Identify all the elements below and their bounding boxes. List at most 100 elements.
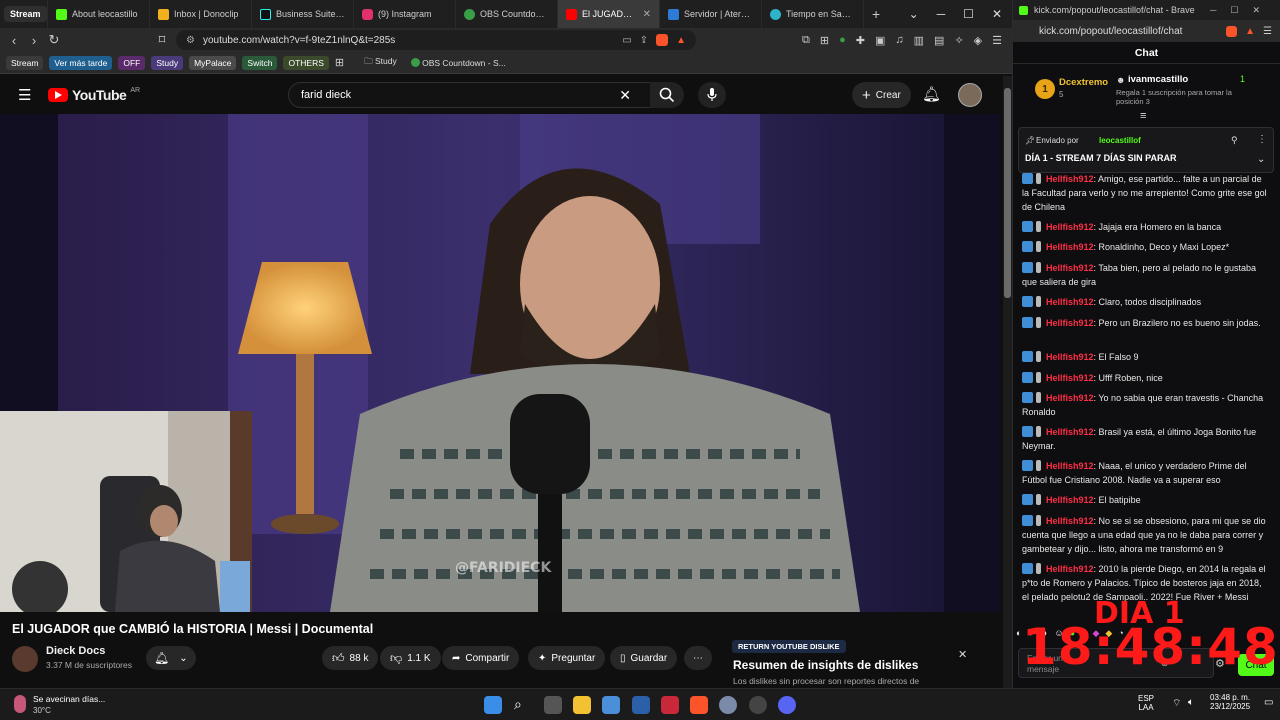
extension-icon[interactable]: ▣	[875, 34, 885, 47]
dislike-button[interactable]: 👎︎ 1.1 K	[380, 646, 441, 670]
new-tab-button[interactable]: +	[872, 6, 880, 22]
brave-shields-icon[interactable]	[656, 34, 669, 46]
tab-obs-countdown[interactable]: OBS Countdown - S	[456, 0, 558, 28]
more-actions-button[interactable]: ⋯	[684, 646, 712, 670]
tab-weather[interactable]: Tiempo en San Luis	[762, 0, 864, 28]
bookmark-ver-mas-tarde[interactable]: Ver más tarde	[49, 55, 113, 70]
ask-button[interactable]: ✦ Preguntar	[528, 646, 606, 670]
chat-username[interactable]: Hellfish912	[1046, 318, 1094, 328]
youtube-logo[interactable]: YouTube AR	[48, 87, 140, 103]
chat-username[interactable]: Hellfish912	[1046, 495, 1094, 505]
cast-icon[interactable]: ▭	[622, 35, 631, 46]
chat-username[interactable]: Hellfish912	[1046, 263, 1094, 273]
back-icon[interactable]: ‹	[4, 33, 24, 48]
brave-browser-icon[interactable]	[690, 696, 708, 714]
brave-rewards-icon[interactable]: ▲	[1245, 26, 1255, 37]
clock[interactable]: 03:48 p. m. 23/12/2025	[1210, 693, 1250, 711]
share-button[interactable]: ➦ Compartir	[442, 646, 520, 670]
like-button[interactable]: 👍︎ 88 k	[322, 646, 379, 670]
bookmark-mypalace[interactable]: MyPalace	[189, 55, 237, 70]
notification-icon[interactable]: ▭	[1264, 697, 1273, 708]
create-button[interactable]: + Crear	[852, 82, 911, 108]
extension-icon[interactable]: ●	[839, 34, 846, 47]
maximize-icon[interactable]: ☐	[963, 7, 974, 21]
music-icon[interactable]: ♫	[895, 34, 903, 47]
leo-icon[interactable]: ✧	[954, 34, 963, 47]
pinned-message[interactable]: 📌︎ Enviado por leocastillof ⚲ ⋮ DÍA 1 - …	[1018, 127, 1274, 173]
tab-youtube-active[interactable]: El JUGADOR qu ✕	[558, 0, 660, 28]
channel-avatar[interactable]	[12, 646, 38, 672]
file-explorer-icon[interactable]	[573, 696, 591, 714]
bookmark-folder[interactable]: 🗀 Study	[364, 56, 397, 70]
close-tab-icon[interactable]: ✕	[643, 9, 651, 20]
volume-icon[interactable]: 🔈︎	[1188, 697, 1194, 708]
chat-username[interactable]: Hellfish912	[1046, 174, 1094, 184]
leader-name[interactable]: Dcextremo	[1059, 77, 1108, 88]
clear-search-icon[interactable]: ✕	[619, 87, 631, 104]
share-icon[interactable]: ⇪	[640, 35, 648, 46]
chat-username[interactable]: Hellfish912	[1046, 242, 1094, 252]
windows-start-icon[interactable]	[484, 696, 502, 714]
vpn-icon[interactable]: ◈	[974, 34, 982, 47]
tab-tiktok[interactable]: Business Suite | TikT	[252, 0, 354, 28]
tab-donoclip[interactable]: Inbox | Donoclip	[150, 0, 252, 28]
tab-instagram[interactable]: (9) Instagram	[354, 0, 456, 28]
more-options-icon[interactable]: ⋮	[1257, 134, 1267, 145]
bookmark-stream[interactable]: Stream	[6, 55, 44, 70]
search-icon[interactable]: ⌕	[514, 696, 532, 714]
apps-grid-icon[interactable]: ⊞	[335, 56, 344, 69]
minimize-icon[interactable]: ─	[937, 7, 946, 21]
pinned-by-user[interactable]: leocastillof	[1099, 136, 1141, 145]
app-icon[interactable]	[661, 696, 679, 714]
wifi-icon[interactable]: ⌔	[1172, 697, 1181, 710]
page-scrollbar[interactable]	[1003, 76, 1012, 688]
brave-shields-icon[interactable]	[1226, 25, 1238, 37]
menu-icon[interactable]: ☰	[1263, 26, 1272, 37]
forward-icon[interactable]: ›	[24, 33, 44, 48]
brave-rewards-icon[interactable]: ▲	[676, 35, 686, 46]
url-field[interactable]: ⚙ youtube.com/watch?v=f-9teZ1nlnQ&t=285s…	[176, 30, 696, 50]
avatar[interactable]	[958, 83, 982, 107]
obs-app-icon[interactable]	[749, 696, 767, 714]
search-button[interactable]	[650, 82, 684, 108]
store-icon[interactable]	[602, 696, 620, 714]
search-input[interactable]: farid dieck ✕	[288, 82, 658, 108]
save-button[interactable]: ▯ Guardar	[610, 646, 678, 670]
bookmark-switch[interactable]: Switch	[242, 55, 278, 70]
chat-username[interactable]: Hellfish912	[1046, 461, 1094, 471]
voice-search-button[interactable]	[698, 82, 726, 108]
discord-icon[interactable]	[778, 696, 796, 714]
bookmark-icon[interactable]: ⌑	[152, 32, 172, 48]
tab-aternos[interactable]: Servidor | Aternos |	[660, 0, 762, 28]
emote-icon[interactable]: ◐	[1016, 628, 1021, 638]
notifications-bell-icon[interactable]: 🔔︎	[922, 85, 941, 103]
chat-url-bar[interactable]: kick.com/popout/leocastillof/chat ▲ ☰	[1013, 20, 1280, 42]
weather-widget-icon[interactable]	[14, 695, 26, 713]
leader2-name[interactable]: ivanmcastillo	[1128, 74, 1188, 85]
wallet-icon[interactable]: ▤	[934, 34, 944, 47]
chat-username[interactable]: Hellfish912	[1046, 564, 1094, 574]
extension-icon[interactable]: ⧉	[802, 34, 810, 47]
reload-icon[interactable]: ↻	[44, 32, 64, 48]
bookmark-obs[interactable]: OBS Countdown - S...	[410, 57, 506, 68]
bookmark-off[interactable]: OFF	[118, 55, 146, 70]
channel-name[interactable]: Dieck Docs	[46, 645, 105, 657]
bookmark-study[interactable]: Study	[151, 55, 184, 70]
task-view-icon[interactable]	[544, 696, 562, 714]
pin-toggle-icon[interactable]: ⚲	[1231, 135, 1238, 146]
chat-username[interactable]: Hellfish912	[1046, 393, 1094, 403]
chat-username[interactable]: Hellfish912	[1046, 352, 1094, 362]
filter-icon[interactable]: ≡	[1140, 110, 1146, 122]
chat-window-controls[interactable]: ─☐✕	[1210, 5, 1274, 16]
language-indicator[interactable]: ESP LAA	[1138, 694, 1154, 712]
hamburger-menu-icon[interactable]: ☰	[18, 86, 31, 104]
chat-username[interactable]: Hellfish912	[1046, 297, 1094, 307]
tab-stream[interactable]: Stream	[0, 0, 48, 28]
close-window-icon[interactable]: ✕	[992, 7, 1002, 21]
video-player[interactable]: @FARIDIECK	[0, 114, 1000, 612]
close-ryd-icon[interactable]: ✕	[958, 648, 967, 661]
chat-username[interactable]: Hellfish912	[1046, 373, 1094, 383]
bookmark-others[interactable]: OTHERS	[283, 55, 329, 70]
scrollbar-thumb[interactable]	[1004, 88, 1011, 298]
chat-username[interactable]: Hellfish912	[1046, 427, 1094, 437]
